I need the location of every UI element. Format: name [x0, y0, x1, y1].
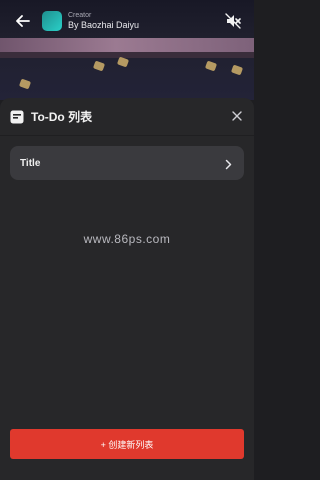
creator-name: By Baozhai Daiyu: [68, 19, 140, 30]
decor-shape: [230, 64, 244, 76]
mute-icon: [225, 13, 241, 29]
close-icon: [232, 111, 242, 121]
creator-avatar[interactable]: [42, 11, 62, 31]
panel-title: To-Do 列表: [31, 110, 93, 124]
decor-shape: [92, 60, 106, 72]
creator-caption: Creator: [68, 11, 92, 19]
todo-panel: To-Do 列表 Title www.86ps.com + 创建新列表: [0, 98, 254, 480]
chevron-right-icon: [225, 159, 232, 170]
creator-info[interactable]: Creator By Baozhai Daiyu: [68, 12, 139, 30]
watermark-text: www.86ps.com: [83, 232, 171, 246]
decor-shape: [204, 60, 218, 72]
banner-stripe: [0, 38, 254, 52]
back-arrow-icon: [16, 15, 30, 27]
list-item[interactable]: Title: [10, 146, 244, 180]
top-bar: Creator By Baozhai Daiyu: [0, 6, 254, 36]
decor-shape: [18, 78, 32, 90]
decor-shape: [116, 56, 130, 68]
create-list-button[interactable]: + 创建新列表: [10, 429, 244, 459]
list-item-title: Title: [20, 157, 41, 169]
close-button[interactable]: [230, 109, 244, 123]
back-button[interactable]: [8, 6, 38, 36]
banner-stripe-shadow: [0, 52, 254, 58]
todo-list-icon: [10, 110, 24, 123]
panel-header: To-Do 列表: [0, 98, 254, 136]
mute-button[interactable]: [224, 12, 242, 30]
